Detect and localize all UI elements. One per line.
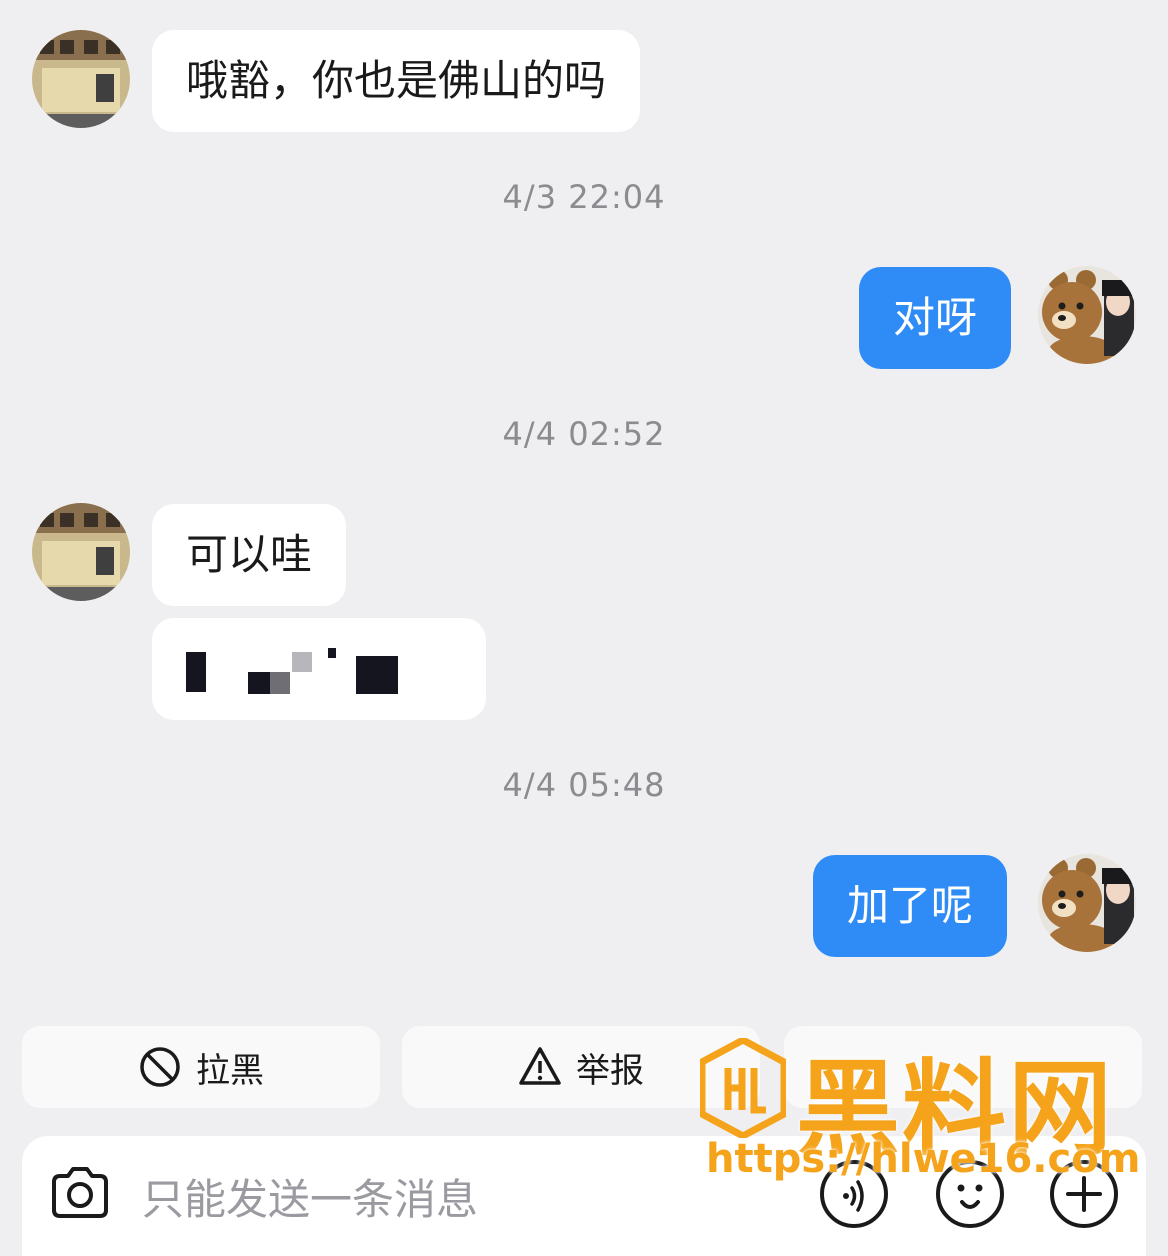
camera-button[interactable] bbox=[44, 1158, 116, 1230]
add-button[interactable] bbox=[1048, 1158, 1120, 1230]
camera-icon bbox=[52, 1167, 108, 1218]
message-bubble-outgoing[interactable]: 对呀 bbox=[859, 267, 1012, 369]
contact-avatar[interactable] bbox=[32, 503, 130, 601]
voice-icon bbox=[820, 1160, 888, 1228]
message-bubble-incoming[interactable]: 哦豁，你也是佛山的吗 bbox=[152, 30, 641, 132]
message-bubble-incoming[interactable]: 可以哇 bbox=[152, 504, 347, 606]
plus-icon bbox=[1050, 1160, 1118, 1228]
user-avatar[interactable] bbox=[1038, 854, 1136, 952]
message-input-bar: 只能发送一条消息 bbox=[22, 1136, 1146, 1256]
contact-avatar[interactable] bbox=[32, 30, 130, 128]
redaction-block bbox=[356, 656, 398, 694]
warning-triangle-icon bbox=[519, 1047, 561, 1085]
building-photo-icon bbox=[32, 30, 130, 128]
redaction-block bbox=[186, 652, 206, 692]
redaction-block bbox=[248, 672, 270, 694]
message-timestamp: 4/4 05:48 bbox=[502, 766, 666, 804]
user-avatar[interactable] bbox=[1038, 266, 1136, 364]
message-input[interactable]: 只能发送一条消息 bbox=[142, 1166, 478, 1227]
redaction-block bbox=[328, 648, 336, 658]
redaction-block bbox=[270, 672, 290, 694]
block-button[interactable]: 拉黑 bbox=[22, 1026, 380, 1108]
message-timestamp: 4/4 02:52 bbox=[502, 415, 666, 453]
teddy-bear-photo-icon bbox=[1038, 266, 1136, 364]
emoji-icon bbox=[936, 1160, 1004, 1228]
redacted-message-bubble[interactable] bbox=[152, 618, 486, 720]
block-button-label: 拉黑 bbox=[196, 1050, 264, 1091]
message-bubble-outgoing[interactable]: 加了呢 bbox=[813, 855, 1008, 957]
chat-message-list[interactable]: 哦豁，你也是佛山的吗 4/3 22:04 对呀 4/4 02:52 可以哇 4/… bbox=[0, 0, 1168, 1010]
emoji-button[interactable] bbox=[934, 1158, 1006, 1230]
voice-button[interactable] bbox=[818, 1158, 890, 1230]
third-action-button[interactable] bbox=[784, 1026, 1142, 1108]
redaction-block bbox=[292, 652, 312, 672]
prohibited-icon bbox=[140, 1047, 180, 1087]
report-button-label: 举报 bbox=[576, 1050, 644, 1091]
report-button[interactable]: 举报 bbox=[402, 1026, 760, 1108]
message-timestamp: 4/3 22:04 bbox=[502, 178, 666, 216]
building-photo-icon bbox=[32, 503, 130, 601]
action-button-row: 拉黑 举报 bbox=[0, 1026, 1168, 1108]
teddy-bear-photo-icon bbox=[1038, 854, 1136, 952]
